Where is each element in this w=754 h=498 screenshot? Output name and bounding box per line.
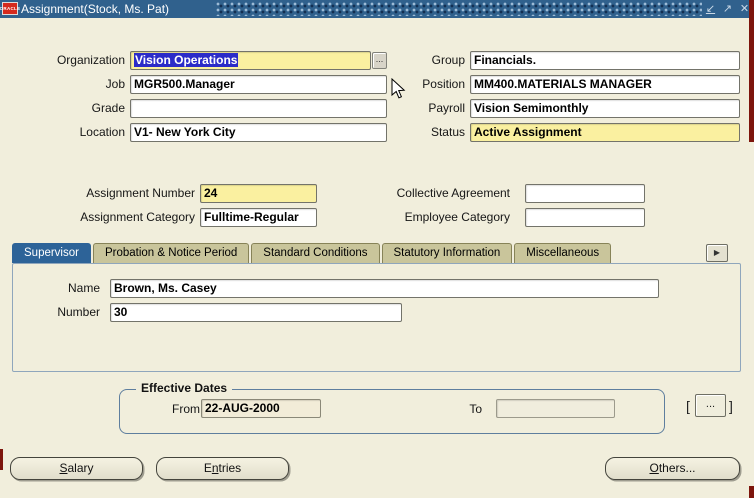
entries-button-pre: E xyxy=(204,461,212,475)
group-field[interactable]: Financials. xyxy=(470,51,740,70)
payroll-field[interactable]: Vision Semimonthly xyxy=(470,99,740,118)
salary-button[interactable]: Salary xyxy=(10,457,143,480)
tab-miscellaneous[interactable]: Miscellaneous xyxy=(514,243,611,263)
status-field[interactable]: Active Assignment xyxy=(470,123,740,142)
location-field[interactable]: V1- New York City xyxy=(130,123,387,142)
location-label: Location xyxy=(18,123,125,142)
others-button-mnemonic: O xyxy=(649,461,658,475)
from-date-field[interactable]: 22-AUG-2000 xyxy=(201,399,321,418)
flexfield-close-bracket: ] xyxy=(729,396,733,416)
supervisor-name-label: Name xyxy=(38,279,100,298)
to-date-field[interactable] xyxy=(496,399,615,418)
tab-supervisor[interactable]: Supervisor xyxy=(12,243,91,263)
group-label: Group xyxy=(373,51,465,70)
tab-bar: Supervisor Probation & Notice Period Sta… xyxy=(12,243,611,263)
chevron-right-icon: ▶ xyxy=(714,248,720,257)
others-button[interactable]: Others... xyxy=(605,457,740,480)
window-controls: ↙ ↗ ✕ xyxy=(704,0,751,18)
employee-category-field[interactable] xyxy=(525,208,645,227)
flexfield-open-bracket: [ xyxy=(686,396,690,416)
frame-accent-bottom-left xyxy=(0,449,3,470)
salary-button-mnemonic: S xyxy=(59,461,67,475)
oracle-logo-icon: ORACLE xyxy=(2,2,18,15)
window-title: Assignment(Stock, Ms. Pat) xyxy=(21,0,169,18)
assignment-window: ORACLE Assignment(Stock, Ms. Pat) ↙ ↗ ✕ … xyxy=(0,0,754,498)
payroll-label: Payroll xyxy=(373,99,465,118)
supervisor-number-label: Number xyxy=(38,303,100,322)
others-button-post: thers... xyxy=(659,461,696,475)
assignment-number-label: Assignment Number xyxy=(55,184,195,203)
collective-agreement-label: Collective Agreement xyxy=(352,184,510,203)
assignment-category-field[interactable]: Fulltime-Regular xyxy=(200,208,317,227)
position-field[interactable]: MM400.MATERIALS MANAGER xyxy=(470,75,740,94)
tab-standard-conditions[interactable]: Standard Conditions xyxy=(251,243,379,263)
organization-value: Vision Operations xyxy=(134,53,238,67)
frame-accent-right xyxy=(749,0,754,142)
organization-label: Organization xyxy=(18,51,125,70)
supervisor-name-field[interactable]: Brown, Ms. Casey xyxy=(110,279,659,298)
assignment-number-field[interactable]: 24 xyxy=(200,184,317,203)
employee-category-label: Employee Category xyxy=(352,208,510,227)
to-label: To xyxy=(420,400,482,419)
entries-button[interactable]: Entries xyxy=(156,457,289,480)
grade-label: Grade xyxy=(18,99,125,118)
salary-button-post: alary xyxy=(68,461,94,475)
position-label: Position xyxy=(373,75,465,94)
flexfield-ellipsis-button[interactable]: ... xyxy=(695,394,726,417)
maximize-icon[interactable]: ↗ xyxy=(721,2,734,16)
tab-probation-notice-period[interactable]: Probation & Notice Period xyxy=(93,243,249,263)
from-label: From xyxy=(148,400,200,419)
frame-accent-bottom-right xyxy=(749,486,754,498)
job-field[interactable]: MGR500.Manager xyxy=(130,75,387,94)
grade-field[interactable] xyxy=(130,99,387,118)
tab-statutory-information[interactable]: Statutory Information xyxy=(382,243,513,263)
effective-dates-legend: Effective Dates xyxy=(136,381,232,395)
status-label: Status xyxy=(373,123,465,142)
assignment-category-label: Assignment Category xyxy=(55,208,195,227)
titlebar-pattern xyxy=(216,2,702,16)
entries-button-mnemonic: n xyxy=(212,461,219,475)
collective-agreement-field[interactable] xyxy=(525,184,645,203)
entries-button-post: tries xyxy=(219,461,242,475)
title-bar: ORACLE Assignment(Stock, Ms. Pat) ↙ ↗ ✕ xyxy=(0,0,754,18)
job-label: Job xyxy=(18,75,125,94)
effective-dates-group: Effective Dates From 22-AUG-2000 To xyxy=(119,389,665,434)
minimize-icon[interactable]: ↙ xyxy=(704,2,717,16)
organization-field[interactable]: Vision Operations xyxy=(130,51,371,70)
tab-scroll-right-button[interactable]: ▶ xyxy=(706,244,728,262)
supervisor-number-field[interactable]: 30 xyxy=(110,303,402,322)
